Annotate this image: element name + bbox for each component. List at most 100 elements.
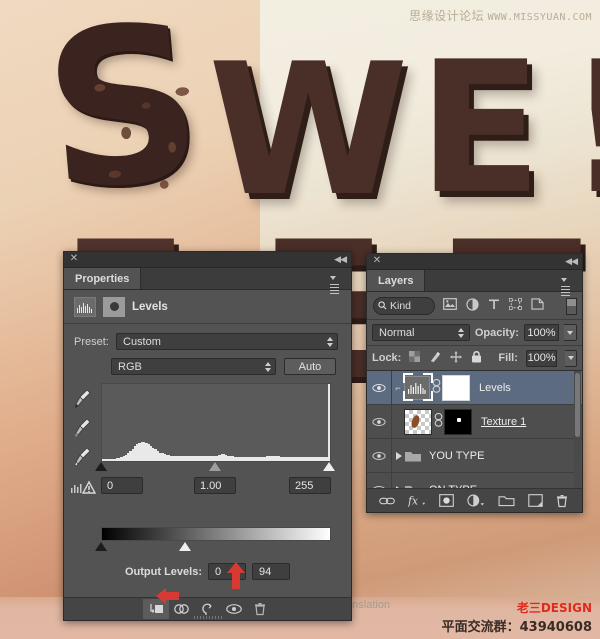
channel-select[interactable]: RGB <box>111 358 276 375</box>
filter-type-icon[interactable] <box>488 298 500 313</box>
watermark-top-url: WWW.MISSYUAN.COM <box>487 12 592 23</box>
delete-icon[interactable] <box>247 599 273 619</box>
layer-list-scrollbar[interactable] <box>574 371 581 507</box>
scrollbar-thumb[interactable] <box>575 373 580 437</box>
panel-resize-grip[interactable] <box>193 616 222 619</box>
search-icon <box>378 301 387 310</box>
letter-exclamation: ! <box>566 37 600 218</box>
clipping-warning-icon[interactable] <box>70 479 98 495</box>
tab-properties-label: Properties <box>75 272 130 285</box>
layer-thumbnail[interactable] <box>404 408 432 435</box>
eye-icon <box>372 451 386 460</box>
output-levels-slider[interactable] <box>95 542 331 554</box>
properties-titlebar[interactable]: ✕ ◀◀ <box>64 252 351 268</box>
table-row[interactable]: Texture 1 <box>367 405 582 439</box>
letter-e: E <box>418 22 542 234</box>
blend-mode-select[interactable]: Normal <box>372 324 470 341</box>
output-levels-row: Output Levels: 0 94 <box>64 563 351 580</box>
lock-position-icon[interactable] <box>450 350 463 366</box>
panel-menu-icon[interactable] <box>330 272 346 294</box>
layer-visibility-toggle[interactable] <box>367 405 392 438</box>
output-white-field[interactable]: 94 <box>252 563 290 580</box>
layer-mask-thumbnail[interactable] <box>442 374 470 401</box>
input-white-field[interactable]: 255 <box>289 477 331 494</box>
view-previous-state-icon[interactable] <box>169 599 195 619</box>
add-layer-mask-icon[interactable] <box>439 494 454 507</box>
lock-image-icon[interactable] <box>429 351 441 366</box>
fill-field[interactable]: 100% <box>525 349 558 367</box>
preset-row: Preset: Custom <box>64 333 351 350</box>
output-levels-section: Output Levels: 0 94 <box>64 497 351 587</box>
tab-properties[interactable]: Properties <box>64 268 142 289</box>
panel-menu-icon[interactable] <box>561 274 577 296</box>
output-levels-label: Output Levels: <box>124 565 202 578</box>
layer-visibility-toggle[interactable] <box>367 439 392 472</box>
watermark-top-forum-name: 思缘设计论坛 <box>409 9 485 23</box>
close-icon[interactable]: ✕ <box>372 256 382 266</box>
page-title: Levels <box>132 300 168 313</box>
layer-name: Levels <box>479 381 511 394</box>
group-expand-icon[interactable] <box>396 451 402 460</box>
link-mask-icon[interactable] <box>432 413 444 430</box>
opacity-field[interactable]: 100% <box>523 324 560 341</box>
opacity-dropdown-arrow[interactable] <box>564 324 578 341</box>
link-mask-icon[interactable] <box>430 379 442 396</box>
properties-panel: ✕ ◀◀ Properties Levels Preset: Custom RG… <box>63 251 352 621</box>
filter-kind-select[interactable]: Kind <box>373 296 435 315</box>
levels-histogram-icon[interactable] <box>74 296 96 317</box>
table-row[interactable]: ⌐ Levels <box>367 371 582 405</box>
eyedropper-white-point-icon[interactable] <box>72 445 92 469</box>
layers-titlebar[interactable]: ✕ ◀◀ <box>367 254 582 270</box>
preset-label: Preset: <box>74 335 109 348</box>
layers-tabstrip: Layers <box>367 270 582 296</box>
output-black-handle[interactable] <box>95 542 107 551</box>
layer-name: YOU TYPE <box>429 449 485 462</box>
add-layer-style-icon[interactable]: fx <box>408 494 426 507</box>
layer-mask-icon[interactable] <box>103 296 125 317</box>
properties-body: Preset: Custom RGB Auto 0 1.00 255 Outpu… <box>64 324 351 587</box>
collapse-double-arrow-icon[interactable]: ◀◀ <box>334 254 347 264</box>
input-levels-slider[interactable] <box>95 462 335 474</box>
link-layers-icon[interactable] <box>379 495 396 507</box>
screenshot-root: S W E ! E E T 思缘设计论坛 WWW.MISSYUAN.COM ▤ … <box>0 0 600 639</box>
input-gamma-handle[interactable] <box>209 462 221 471</box>
filter-shape-icon[interactable] <box>508 297 522 313</box>
tab-layers-label: Layers <box>378 274 414 287</box>
lock-transparency-icon[interactable] <box>409 351 421 365</box>
eyedropper-gray-point-icon[interactable] <box>72 416 92 440</box>
folder-icon <box>404 449 421 462</box>
filter-adjustment-icon[interactable] <box>466 297 479 314</box>
filter-type-icons <box>443 297 544 314</box>
new-layer-icon[interactable] <box>527 494 543 507</box>
histogram[interactable] <box>101 383 331 462</box>
opacity-label: Opacity: <box>474 326 519 339</box>
close-icon[interactable]: ✕ <box>69 254 79 264</box>
input-black-handle[interactable] <box>95 462 107 471</box>
eyedropper-black-point-icon[interactable] <box>72 387 92 411</box>
new-group-icon[interactable] <box>498 494 515 507</box>
delete-layer-icon[interactable] <box>555 494 569 508</box>
tab-layers[interactable]: Layers <box>367 270 426 291</box>
input-black-field[interactable]: 0 <box>101 477 143 494</box>
toggle-visibility-icon[interactable] <box>221 599 247 619</box>
lock-icon-group <box>409 350 482 366</box>
auto-button[interactable]: Auto <box>284 358 336 375</box>
filter-kind-label: Kind <box>390 299 412 312</box>
new-adjustment-layer-icon[interactable] <box>467 494 485 507</box>
input-white-handle[interactable] <box>323 462 335 471</box>
lock-all-icon[interactable] <box>471 350 482 366</box>
eye-icon <box>372 383 386 392</box>
layer-visibility-toggle[interactable] <box>367 371 392 404</box>
filter-enable-toggle[interactable] <box>566 298 577 315</box>
filter-pixel-icon[interactable] <box>443 298 457 313</box>
lock-label: Lock: <box>372 352 402 364</box>
table-row[interactable]: YOU TYPE <box>367 439 582 473</box>
collapse-double-arrow-icon[interactable]: ◀◀ <box>565 256 578 266</box>
preset-select[interactable]: Custom <box>116 333 338 350</box>
adjustment-layer-thumbnail[interactable] <box>404 375 430 400</box>
fill-dropdown-arrow[interactable] <box>565 349 577 367</box>
input-gamma-field[interactable]: 1.00 <box>194 477 236 494</box>
layer-mask-thumbnail[interactable] <box>444 408 472 435</box>
filter-smart-object-icon[interactable] <box>531 298 544 313</box>
output-white-handle[interactable] <box>179 542 192 551</box>
